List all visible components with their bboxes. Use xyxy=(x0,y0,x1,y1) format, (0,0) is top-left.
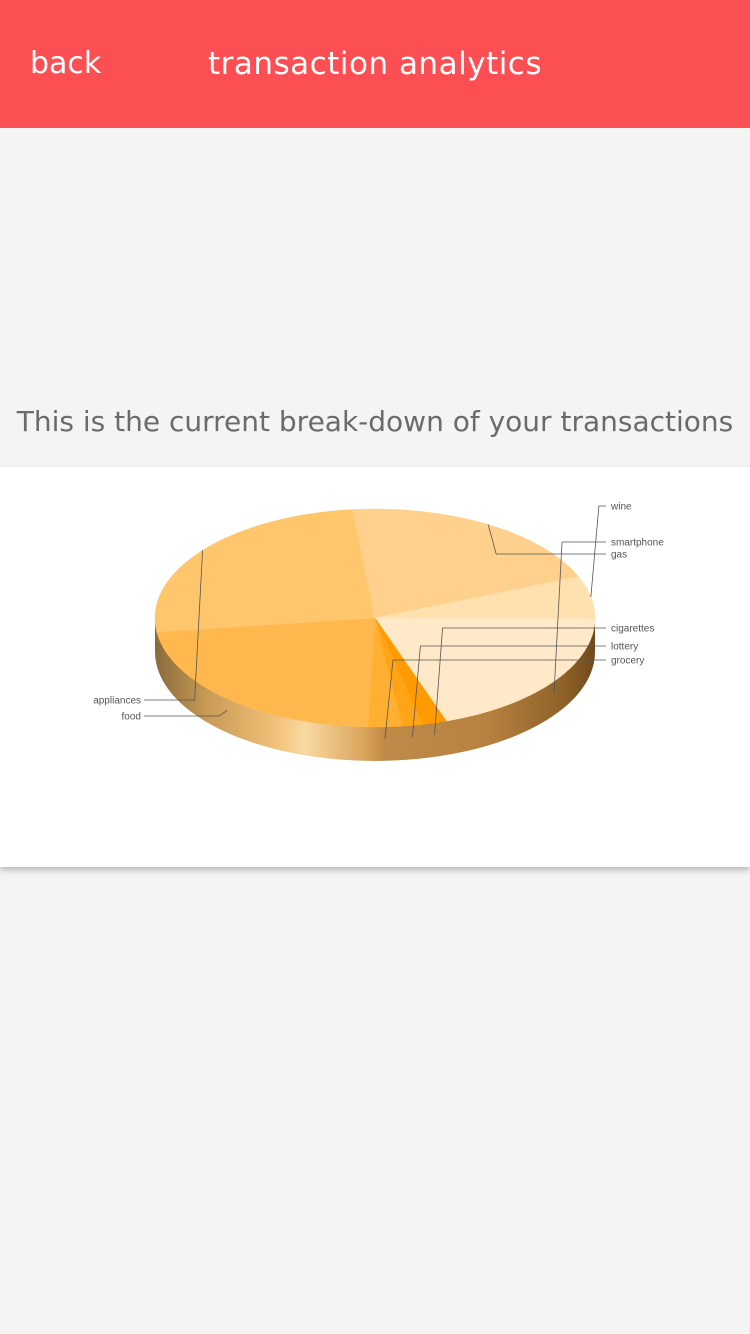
pie-label-cigarettes: cigarettes xyxy=(611,624,654,635)
page-title: transaction analytics xyxy=(207,46,543,82)
pie-label-grocery: grocery xyxy=(611,656,644,667)
pie-chart: smartphone cigarettes lottery grocery food ap… xyxy=(93,502,664,761)
pie-label-food: food xyxy=(122,712,141,723)
label-leader-wine xyxy=(590,505,606,598)
pie-label-lottery: lottery xyxy=(611,642,638,653)
pie-slice-appliances[interactable] xyxy=(154,509,376,633)
pie-label-appliances: appliances xyxy=(93,696,141,707)
intro-text: This is the current break-down of your t… xyxy=(16,405,734,438)
pie-label-wine: wine xyxy=(610,502,632,513)
app-header: back transaction analytics xyxy=(0,0,750,128)
pie-label-smartphone: smartphone xyxy=(611,538,664,549)
pie-label-gas: gas xyxy=(611,550,627,561)
pie-slice-food[interactable] xyxy=(156,617,376,728)
chart-card: smartphone cigarettes lottery grocery food ap… xyxy=(0,467,750,867)
